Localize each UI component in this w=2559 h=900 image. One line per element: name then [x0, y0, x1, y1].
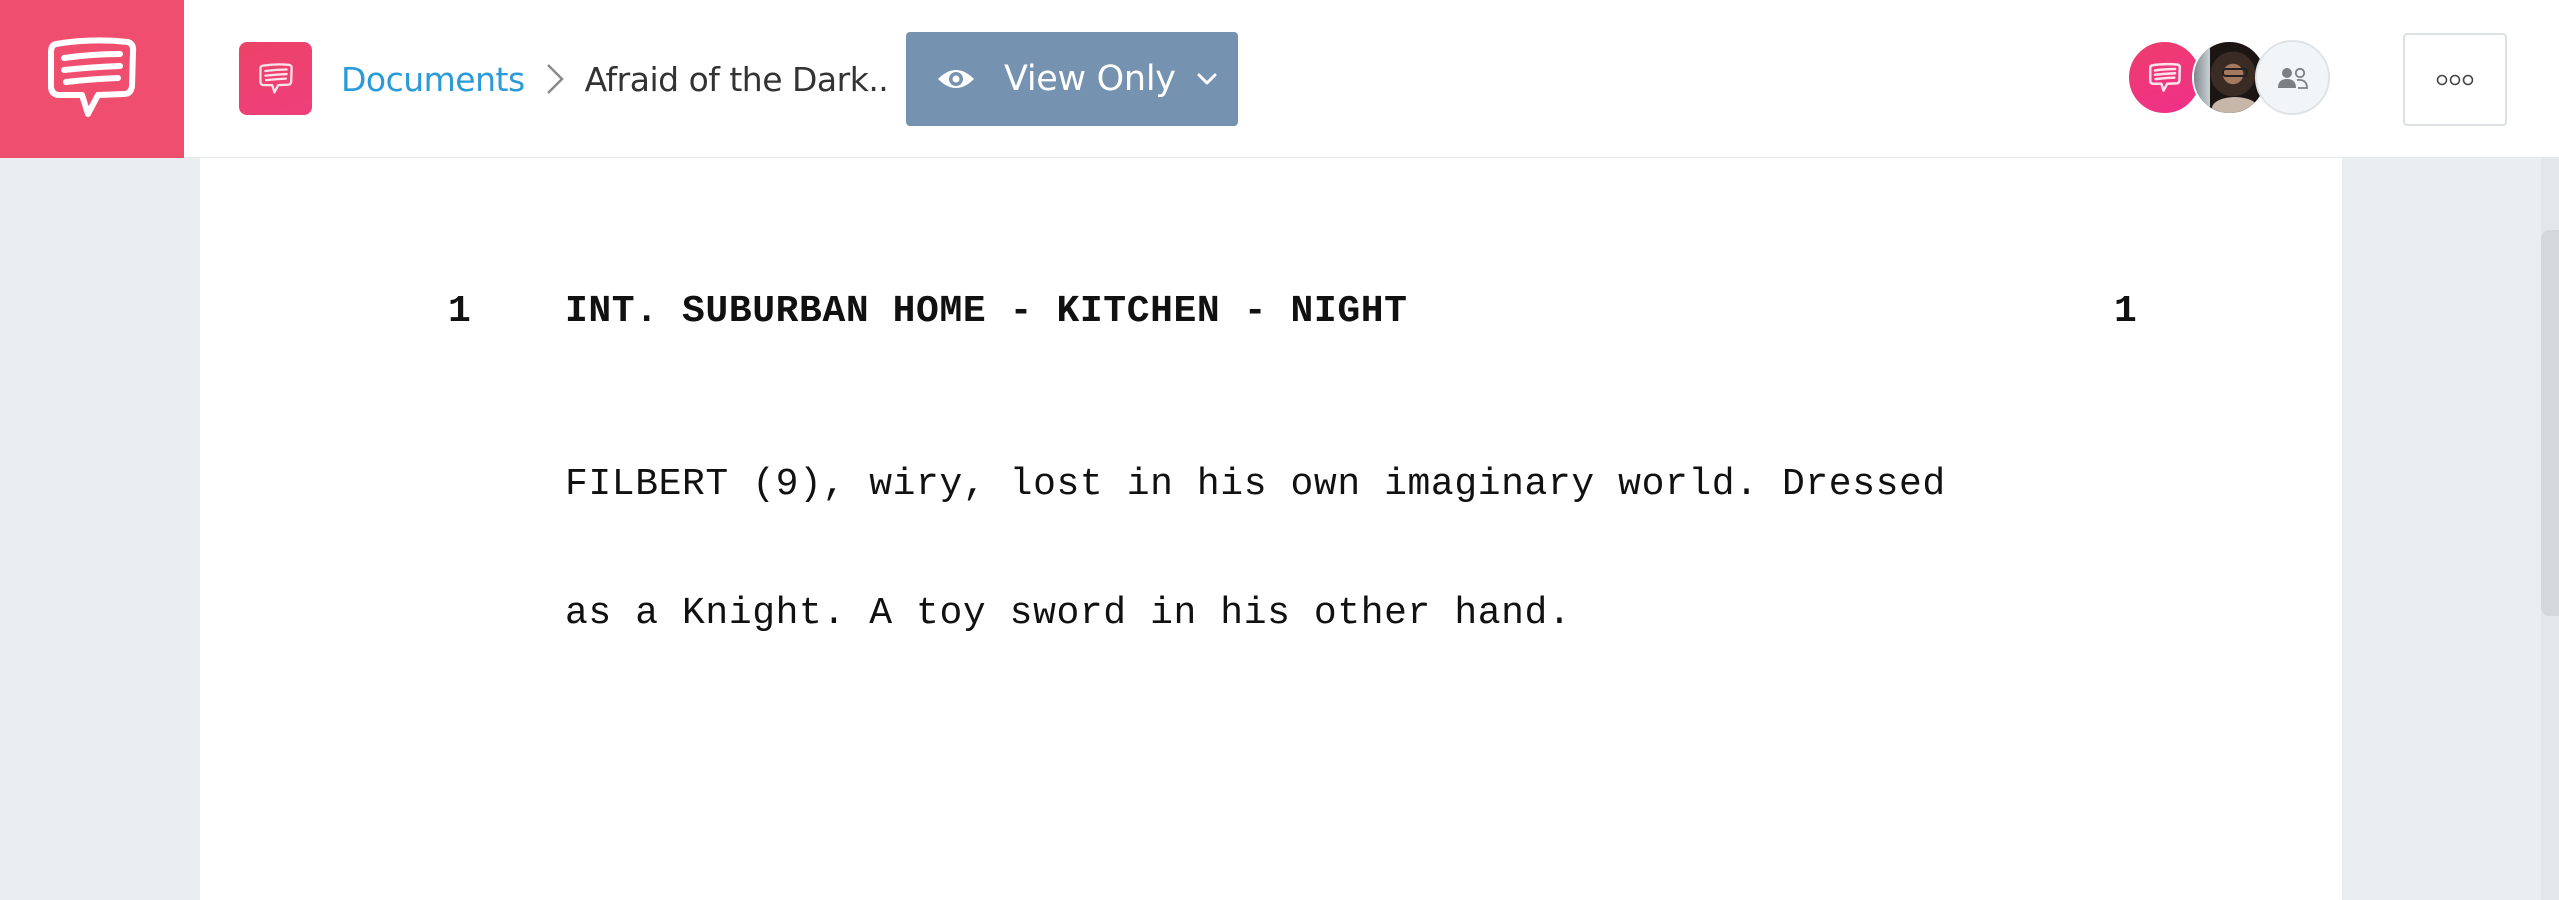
eye-icon — [936, 65, 976, 93]
speech-bubble-logo-icon — [48, 37, 137, 117]
more-options-icon — [2436, 74, 2474, 85]
photo-background — [2194, 42, 2210, 113]
scene-heading: INT. SUBURBAN HOME - KITCHEN - NIGHT — [565, 290, 1408, 333]
action-line: as a Knight. A toy sword in his other ha… — [565, 592, 1572, 635]
photo-shirt — [2212, 97, 2258, 113]
breadcrumb-current-document: Afraid of the Dark.. — [584, 59, 889, 99]
avatar-brand[interactable] — [2127, 40, 2202, 115]
view-only-dropdown-button[interactable]: View Only — [906, 32, 1238, 126]
people-icon — [2277, 67, 2308, 89]
top-header: Documents Afraid of the Dark.. View Only — [0, 0, 2559, 158]
document-type-icon — [239, 42, 312, 115]
share-collaborators-button[interactable] — [2255, 40, 2330, 115]
action-block: FILBERT (9), wiry, lost in his own imagi… — [565, 377, 1946, 678]
scrollbar-thumb[interactable] — [2541, 230, 2559, 616]
chevron-right-icon — [545, 61, 565, 97]
chevron-down-icon — [1196, 72, 1218, 86]
breadcrumb-documents-link[interactable]: Documents — [341, 60, 525, 99]
view-only-label: View Only — [1004, 59, 1176, 99]
action-line: FILBERT (9), wiry, lost in his own imagi… — [565, 463, 1946, 506]
more-options-button[interactable] — [2403, 33, 2507, 126]
scene-number-left: 1 — [448, 290, 471, 333]
app-logo[interactable] — [0, 0, 184, 158]
speech-bubble-document-icon — [258, 62, 293, 93]
photo-glasses — [2222, 68, 2248, 77]
speech-bubble-icon — [2148, 62, 2181, 92]
breadcrumb: Documents Afraid of the Dark.. — [341, 52, 889, 106]
scene-number-right: 1 — [2114, 290, 2137, 333]
